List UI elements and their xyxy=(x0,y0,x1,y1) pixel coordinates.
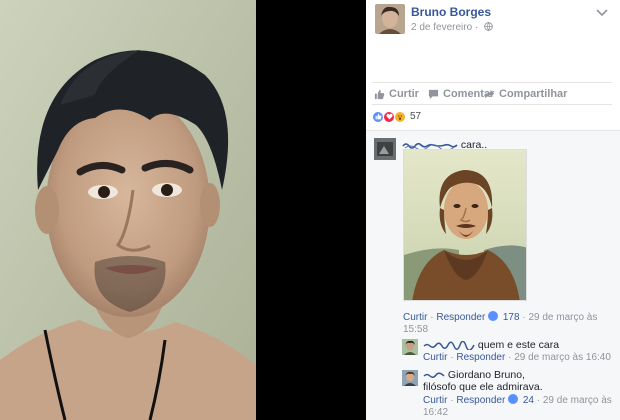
comment-timestamp[interactable]: 29 de março às xyxy=(528,312,597,323)
portrait-painting xyxy=(404,150,526,300)
date-separator: · xyxy=(474,22,479,33)
reply-text: quem e este cara xyxy=(477,339,560,351)
wow-reaction-icon xyxy=(394,110,406,123)
post-header: Bruno Borges 2 de fevereiro · xyxy=(366,0,620,40)
share-button[interactable]: Compartilhar xyxy=(484,88,567,100)
share-arrow-icon xyxy=(484,89,495,99)
thumbs-up-icon xyxy=(374,89,385,99)
like-button[interactable]: Curtir xyxy=(374,88,419,100)
author-name[interactable]: Bruno Borges xyxy=(411,5,491,19)
like-label: Curtir xyxy=(389,88,419,100)
reply-avatar[interactable] xyxy=(402,370,418,386)
reply-reply-link[interactable]: Responder xyxy=(456,395,505,406)
meta-separator: · xyxy=(522,312,526,323)
comment-meta: Curtir · Responder 178 · 29 de março às xyxy=(403,311,597,324)
reply-timestamp[interactable]: 29 de março às xyxy=(543,395,612,406)
comment-icon xyxy=(428,89,439,99)
meta-separator: · xyxy=(450,395,454,406)
globe-icon xyxy=(484,22,493,31)
reply-like-count[interactable]: 24 xyxy=(523,395,534,406)
author-avatar[interactable] xyxy=(375,4,405,34)
share-label: Compartilhar xyxy=(499,88,568,100)
avatar-image xyxy=(402,370,418,386)
redacted-name-scribble xyxy=(423,372,445,378)
reactions-summary[interactable]: 57 xyxy=(372,104,612,128)
comment-image-giordano-bruno[interactable] xyxy=(403,149,527,301)
reply-meta: Curtir · Responder 24 · 29 de março às xyxy=(423,394,612,407)
avatar-image xyxy=(402,339,418,355)
portrait-photo xyxy=(0,0,256,420)
comment-reply-link[interactable]: Responder xyxy=(436,312,485,323)
meta-separator: · xyxy=(450,352,454,363)
avatar-image xyxy=(374,138,396,160)
meta-separator: · xyxy=(508,352,512,363)
comment-timestamp-time[interactable]: 15:58 xyxy=(403,323,428,336)
reply-timestamp[interactable]: 29 de março às 16:40 xyxy=(514,352,611,363)
like-reaction-icon xyxy=(488,311,499,321)
reply-like-link[interactable]: Curtir xyxy=(423,395,447,406)
post-photo[interactable] xyxy=(0,0,256,420)
like-reaction-icon xyxy=(508,394,519,404)
post-date-text[interactable]: 2 de fevereiro xyxy=(411,22,472,33)
post-action-bar: Curtir Comentar Compartilhar xyxy=(372,82,612,102)
reply-reply-link[interactable]: Responder xyxy=(456,352,505,363)
post-date[interactable]: 2 de fevereiro · xyxy=(411,22,493,33)
meta-separator: · xyxy=(430,312,434,323)
post-panel: Bruno Borges 2 de fevereiro · Curtir Com… xyxy=(366,0,620,420)
reply-like-link[interactable]: Curtir xyxy=(423,352,447,363)
reply-avatar[interactable] xyxy=(402,339,418,355)
reaction-count[interactable]: 57 xyxy=(410,111,421,122)
comment-like-count[interactable]: 178 xyxy=(503,312,520,323)
meta-separator: · xyxy=(536,395,541,406)
comments-section: cara.. Curtir · Responder 178 · 29 de ma… xyxy=(366,130,620,420)
commenter-avatar[interactable] xyxy=(374,138,396,160)
chevron-down-icon[interactable] xyxy=(596,8,608,18)
reply-meta: Curtir · Responder · 29 de março às 16:4… xyxy=(423,351,611,364)
reply-text-line-1: Giordano Bruno, xyxy=(447,369,525,381)
photo-viewer-backdrop xyxy=(256,0,366,420)
reply-text-line-2: filósofo que ele admirava. xyxy=(423,381,543,393)
avatar-image xyxy=(375,4,405,34)
redacted-name-scribble xyxy=(423,340,475,350)
reply-timestamp-time[interactable]: 16:42 xyxy=(423,406,448,419)
comment-like-link[interactable]: Curtir xyxy=(403,312,427,323)
